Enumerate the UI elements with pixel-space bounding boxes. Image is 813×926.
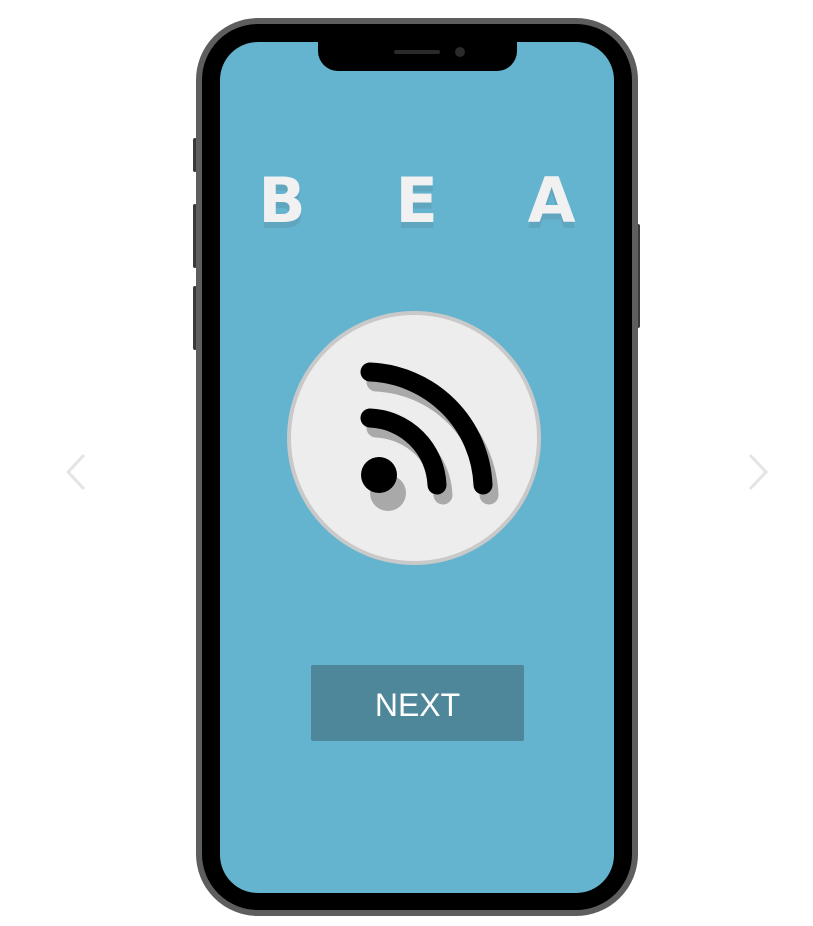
app-logo [287, 311, 541, 565]
carousel-prev-button[interactable] [60, 452, 96, 492]
rss-feed-icon [360, 362, 499, 511]
carousel-next-button[interactable] [738, 452, 774, 492]
next-button[interactable]: NEXT [311, 665, 524, 741]
carousel: B E A NEXT [0, 0, 813, 926]
phone-camera [455, 47, 465, 57]
app-title: B E A [258, 164, 610, 237]
phone-speaker [394, 50, 440, 54]
chevron-right-icon [748, 453, 769, 491]
chevron-left-icon [65, 453, 86, 491]
